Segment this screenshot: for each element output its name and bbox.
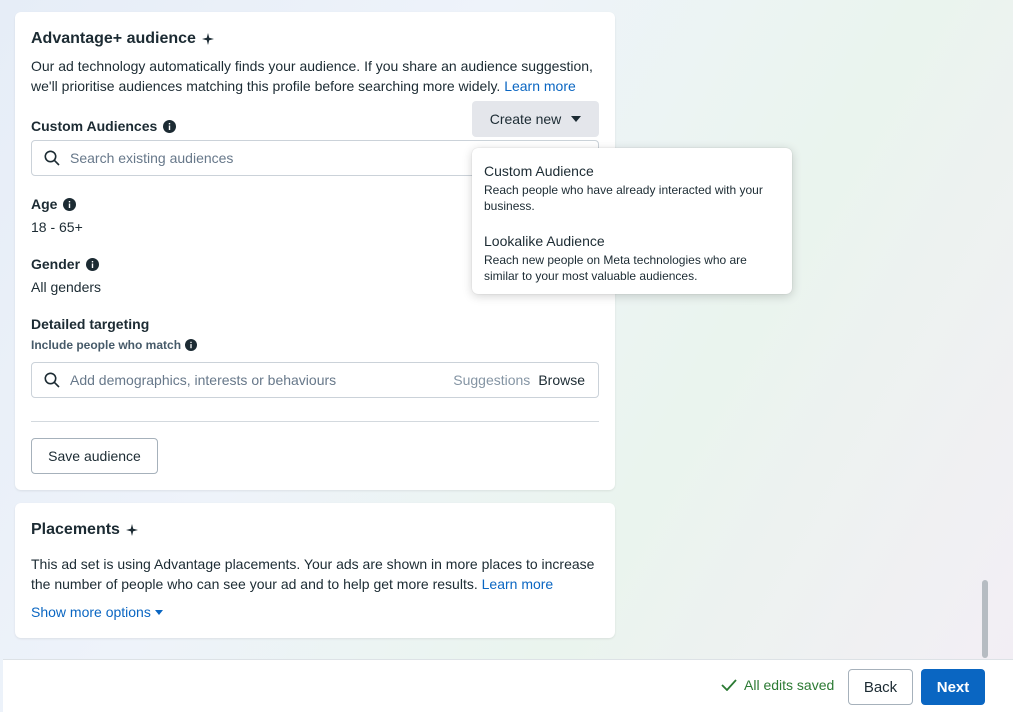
- back-button[interactable]: Back: [848, 669, 913, 705]
- scrollbar[interactable]: [982, 580, 988, 658]
- create-new-button[interactable]: Create new: [472, 101, 599, 137]
- placements-section-title: Placements: [31, 521, 138, 539]
- detailed-placeholder: Add demographics, interests or behaviour…: [70, 372, 337, 388]
- learn-more-link[interactable]: Learn more: [504, 78, 576, 94]
- gender-label: Gender: [31, 256, 100, 272]
- create-new-menu: Custom Audience Reach people who have al…: [472, 148, 792, 294]
- save-status: All edits saved: [721, 677, 834, 693]
- age-label: Age: [31, 196, 77, 212]
- detailed-targeting-label: Detailed targeting: [31, 316, 150, 332]
- sparkle-icon: [201, 33, 214, 45]
- suggestions-link[interactable]: Suggestions: [453, 372, 530, 388]
- include-label: Include people who match: [31, 338, 198, 352]
- browse-link[interactable]: Browse: [538, 372, 585, 388]
- audience-section-title: Advantage+ audience: [31, 30, 214, 48]
- info-icon[interactable]: [185, 339, 198, 351]
- age-value: 18 - 65+: [31, 219, 83, 235]
- learn-more-link[interactable]: Learn more: [482, 576, 554, 592]
- detailed-targeting-input[interactable]: Add demographics, interests or behaviour…: [31, 362, 599, 398]
- info-icon[interactable]: [63, 197, 77, 211]
- search-icon: [44, 372, 60, 388]
- info-icon[interactable]: [86, 257, 100, 271]
- search-icon: [44, 150, 60, 166]
- chevron-down-icon: [154, 609, 163, 615]
- next-button[interactable]: Next: [921, 669, 985, 705]
- save-audience-button[interactable]: Save audience: [31, 438, 158, 474]
- footer-bar: All edits saved Back Next: [3, 659, 1013, 712]
- placements-description: This ad set is using Advantage placement…: [31, 556, 595, 592]
- checkmark-icon: [721, 679, 737, 691]
- placements-card: Placements This ad set is using Advantag…: [15, 503, 615, 638]
- chevron-down-icon: [571, 116, 582, 122]
- divider: [31, 421, 599, 422]
- audience-description: Our ad technology automatically finds yo…: [31, 58, 593, 94]
- menu-item-lookalike-audience[interactable]: Lookalike Audience Reach new people on M…: [484, 232, 780, 284]
- gender-value: All genders: [31, 279, 102, 295]
- custom-audiences-label: Custom Audiences: [31, 118, 177, 134]
- menu-item-custom-audience[interactable]: Custom Audience Reach people who have al…: [484, 162, 780, 214]
- info-icon[interactable]: [163, 119, 177, 133]
- sparkle-icon: [125, 524, 138, 536]
- show-more-options-link[interactable]: Show more options: [31, 604, 163, 620]
